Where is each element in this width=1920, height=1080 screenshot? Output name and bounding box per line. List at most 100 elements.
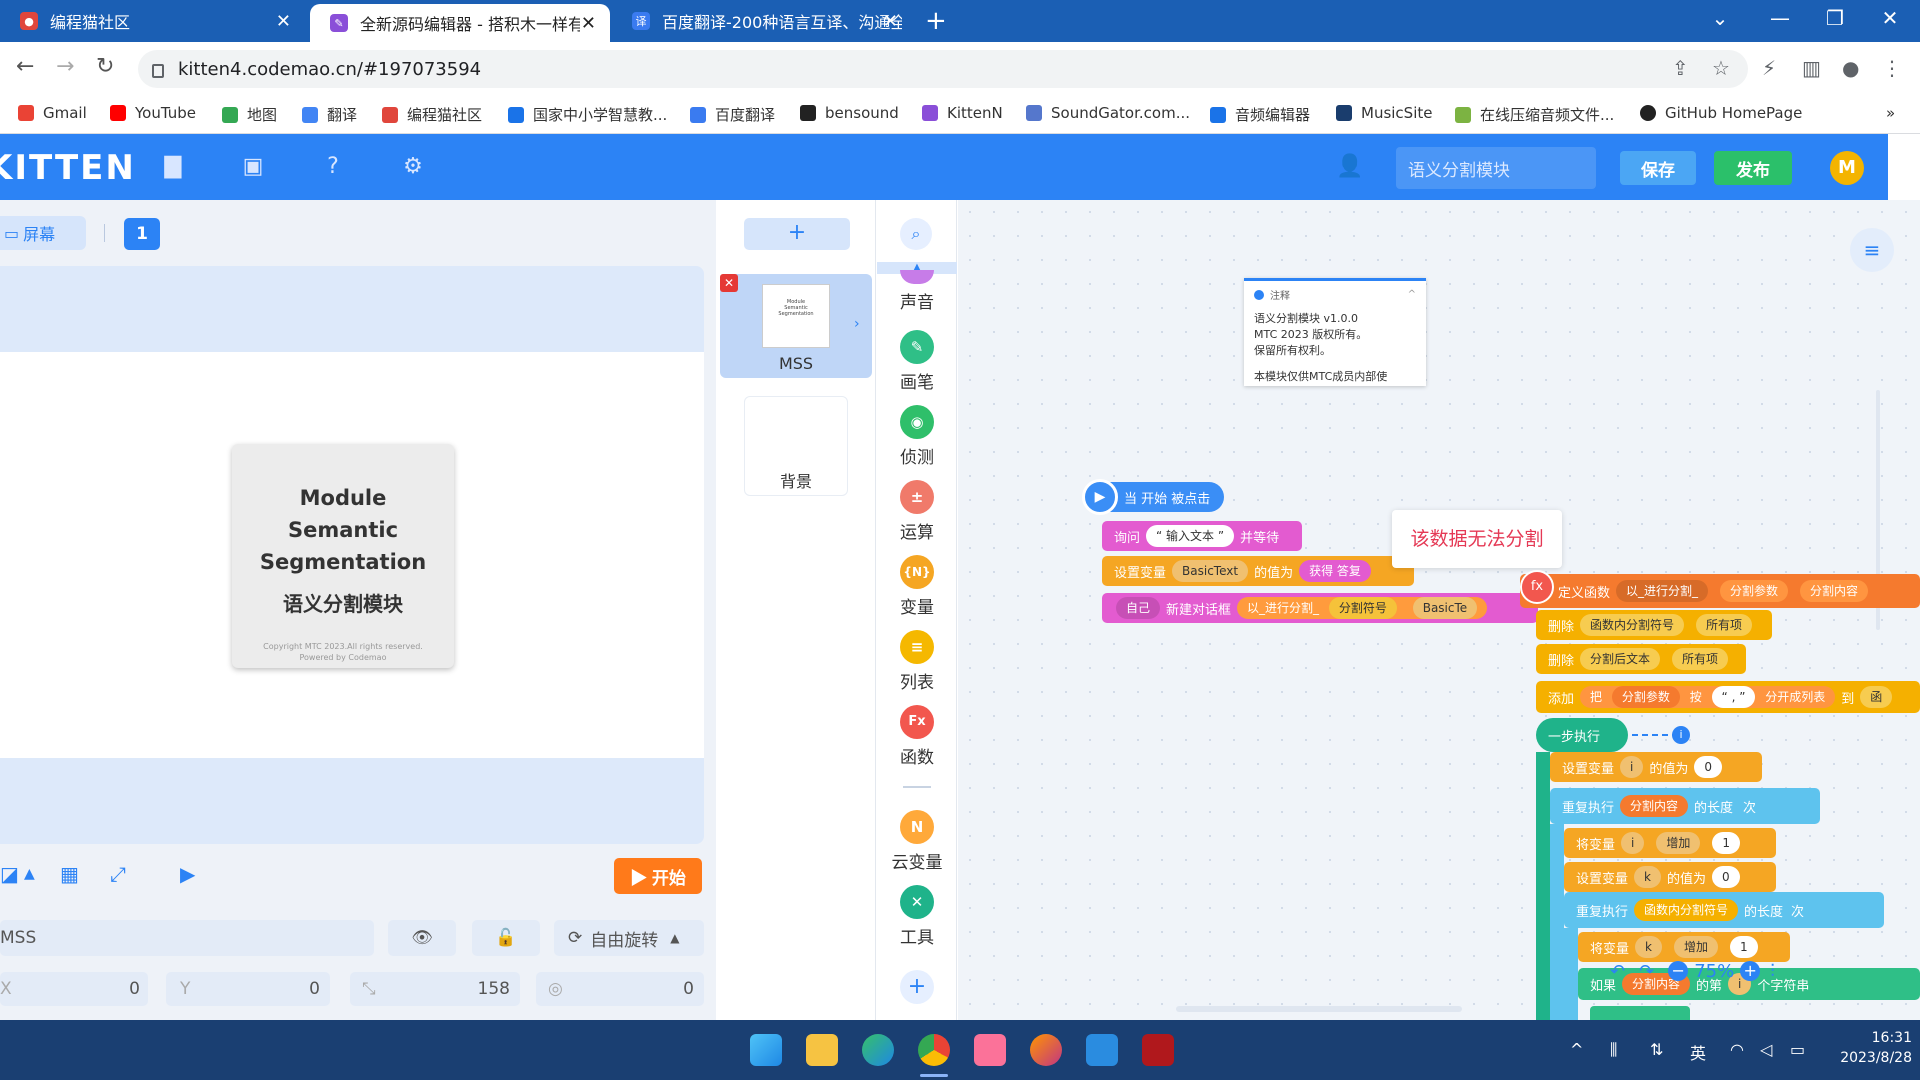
- collapse-icon[interactable]: ^: [1408, 289, 1416, 300]
- restore-icon[interactable]: ❐: [1815, 6, 1855, 30]
- block-delete-list-items[interactable]: 删除 分割后文本 所有项: [1536, 644, 1746, 674]
- vscode-icon[interactable]: [1086, 1034, 1118, 1066]
- add-extension-button[interactable]: +: [900, 970, 934, 1004]
- tray-settings-icon[interactable]: ⇅: [1650, 1040, 1663, 1059]
- profile-icon[interactable]: ●: [1842, 56, 1859, 80]
- close-window-icon[interactable]: ✕: [1870, 6, 1910, 30]
- volume-icon[interactable]: ◁: [1760, 1040, 1772, 1059]
- tray-app-icon[interactable]: ⫼: [1610, 1040, 1617, 1060]
- tray-expand-icon[interactable]: ^: [1570, 1040, 1583, 1059]
- avatar[interactable]: M: [1830, 151, 1864, 185]
- menu-icon[interactable]: ⋮: [1882, 56, 1902, 80]
- block-set-variable-k[interactable]: 设置变量 k 的值为 0: [1564, 862, 1776, 892]
- block-set-variable-i[interactable]: 设置变量 i 的值为 0: [1550, 752, 1762, 782]
- lock-toggle[interactable]: 🔓: [472, 920, 540, 956]
- bookmark-soundgator[interactable]: SoundGator.com...: [1026, 104, 1190, 122]
- horizontal-scrollbar[interactable]: [1176, 1006, 1462, 1012]
- block-new-dialog[interactable]: 自己 新建对话框 以_进行分割_ 分割符号 BasicTe: [1102, 593, 1538, 623]
- visibility-toggle[interactable]: 👁: [388, 920, 456, 956]
- backpack-icon[interactable]: ▣: [240, 154, 266, 180]
- screen-page-button[interactable]: 1: [124, 218, 160, 250]
- help-icon[interactable]: ?: [320, 154, 346, 180]
- bookmark-bensound[interactable]: bensound: [800, 104, 899, 122]
- block-repeat[interactable]: 重复执行 分割内容 的长度 次: [1550, 788, 1820, 824]
- block-step-execute[interactable]: 一步执行: [1536, 718, 1628, 752]
- block-add-split-to-list[interactable]: 添加 把 分割参数 按 “ , ” 分开成列表 到 函: [1536, 681, 1920, 713]
- rotation-mode-select[interactable]: ⟳ 自由旋转 ▲: [554, 920, 704, 956]
- address-bar[interactable]: kitten4.codemao.cn/#197073594: [138, 50, 1748, 88]
- module-cover-sprite[interactable]: Module Semantic Segmentation 语义分割模块 Copy…: [232, 444, 454, 668]
- bookmark-smart-edu[interactable]: 国家中小学智慧教...: [508, 104, 667, 125]
- caret-up-icon[interactable]: ▲: [24, 866, 35, 882]
- battery-icon[interactable]: ▭: [1790, 1040, 1805, 1059]
- start-button[interactable]: ▶ 开始: [614, 858, 702, 894]
- zoom-in-icon[interactable]: +: [1740, 961, 1761, 981]
- category-operators[interactable]: ± 运算: [877, 480, 957, 543]
- windows-start-icon[interactable]: [750, 1034, 782, 1066]
- edge-icon[interactable]: [862, 1034, 894, 1066]
- side-panel-icon[interactable]: ▥: [1802, 56, 1821, 80]
- bookmarks-more-button[interactable]: »: [1886, 104, 1895, 122]
- close-tab-icon[interactable]: ✕: [581, 13, 596, 34]
- play-preview-icon[interactable]: ▶: [180, 862, 195, 886]
- undo-icon[interactable]: ↶: [1610, 961, 1625, 982]
- block-set-variable[interactable]: 设置变量 BasicText 的值为 获得 答复: [1102, 556, 1414, 586]
- project-name-input[interactable]: 语义分割模块: [1396, 147, 1596, 189]
- block-ask-and-wait[interactable]: 询问 “ 输入文本 ” 并等待: [1102, 521, 1302, 551]
- bilibili-icon[interactable]: [974, 1034, 1006, 1066]
- tab-search-icon[interactable]: ⌄: [1700, 6, 1740, 30]
- chrome-icon[interactable]: [918, 1034, 950, 1066]
- x-position-field[interactable]: X 0: [0, 972, 148, 1006]
- category-variables[interactable]: {N} 变量: [877, 555, 957, 618]
- bookmark-audio-editor[interactable]: 音频编辑器: [1210, 104, 1310, 125]
- delete-sprite-icon[interactable]: ✕: [720, 274, 738, 292]
- stage-size-icon[interactable]: ◪: [0, 862, 19, 886]
- sprite-expand-icon[interactable]: ›: [854, 316, 860, 332]
- minimize-icon[interactable]: —: [1760, 6, 1800, 30]
- category-pen[interactable]: ✎ 画笔: [877, 330, 957, 393]
- category-sound[interactable]: 声音: [877, 270, 957, 313]
- block-delete-list-items[interactable]: 删除 函数内分割符号 所有项: [1536, 610, 1772, 640]
- comment-note[interactable]: 注释 ^ 语义分割模块 v1.0.0 MTC 2023 版权所有。 保留所有权利…: [1244, 278, 1426, 386]
- fullscreen-icon[interactable]: ⤢: [110, 862, 126, 886]
- app-icon[interactable]: [1142, 1034, 1174, 1066]
- bookmark-codemao[interactable]: 编程猫社区: [382, 104, 482, 125]
- close-tab-icon[interactable]: ✕: [883, 11, 898, 32]
- category-tools[interactable]: ✕ 工具: [877, 885, 957, 948]
- direction-field[interactable]: ◎ 0: [536, 972, 704, 1006]
- collaborate-user-icon[interactable]: 👤: [1336, 154, 1363, 180]
- settings-gear-icon[interactable]: ⚙: [400, 154, 426, 180]
- extensions-icon[interactable]: ⚡: [1762, 56, 1776, 80]
- bookmark-musicsite[interactable]: MusicSite: [1336, 104, 1432, 122]
- size-field[interactable]: ⤡ 158: [350, 972, 520, 1006]
- save-button[interactable]: 保存: [1620, 151, 1696, 185]
- tab-codemao-community[interactable]: ● 编程猫社区 ✕: [0, 0, 305, 42]
- info-icon[interactable]: i: [1672, 726, 1690, 744]
- category-functions[interactable]: Fx 函数: [877, 705, 957, 768]
- bookmark-audio-compress[interactable]: 在线压缩音频文件...: [1455, 104, 1614, 125]
- forward-icon[interactable]: →: [56, 54, 74, 79]
- grid-icon[interactable]: ▦: [60, 862, 79, 886]
- bookmark-gmail[interactable]: Gmail: [18, 104, 87, 122]
- category-sensing[interactable]: ◉ 侦测: [877, 405, 957, 468]
- reload-icon[interactable]: ↻: [96, 54, 114, 79]
- block-define-function[interactable]: 定义函数 以_进行分割_ 分割参数 分割内容: [1520, 574, 1920, 608]
- add-sprite-button[interactable]: +: [744, 218, 850, 250]
- wifi-icon[interactable]: ◠: [1730, 1040, 1744, 1059]
- block-change-variable-i[interactable]: 将变量 i 增加 1: [1564, 828, 1776, 858]
- bookmark-translate[interactable]: 翻译: [302, 104, 357, 125]
- redo-icon[interactable]: ↷: [1639, 961, 1654, 982]
- bookmark-kittenn[interactable]: KittenN: [922, 104, 1003, 122]
- align-blocks-icon[interactable]: ⫶: [1770, 961, 1775, 982]
- block-search-icon[interactable]: ≡: [1850, 228, 1894, 272]
- bookmark-github[interactable]: GitHub HomePage: [1640, 104, 1802, 122]
- file-explorer-icon[interactable]: [806, 1034, 838, 1066]
- category-cloud-variables[interactable]: N 云变量: [877, 810, 957, 873]
- firefox-icon[interactable]: [1030, 1034, 1062, 1066]
- bookmark-youtube[interactable]: YouTube: [110, 104, 196, 122]
- tab-kitten-editor[interactable]: ✎ 全新源码编辑器 - 搭积木一样有趣 ✕: [310, 4, 610, 42]
- bookmark-map[interactable]: 地图: [222, 104, 277, 125]
- bookmark-star-icon[interactable]: ☆: [1712, 56, 1730, 80]
- block-repeat-inner[interactable]: 重复执行 函数内分割符号 的长度 次: [1564, 892, 1884, 928]
- y-position-field[interactable]: Y 0: [166, 972, 330, 1006]
